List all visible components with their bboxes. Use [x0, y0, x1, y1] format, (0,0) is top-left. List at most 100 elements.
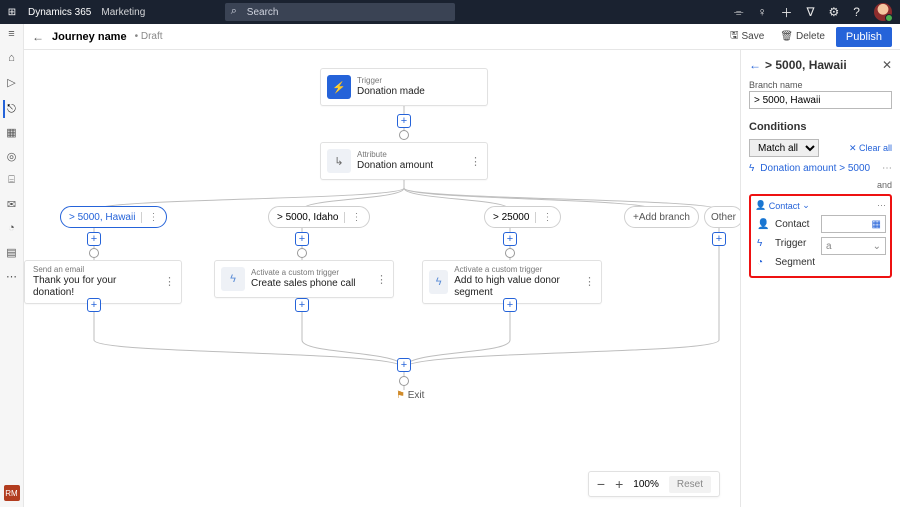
- popover-more-icon[interactable]: ⋯: [877, 200, 886, 211]
- bolt-icon: ⚡: [327, 75, 351, 99]
- popover-header: 👤 Contact ⌄ ⋯: [755, 200, 886, 211]
- nav-target-icon[interactable]: ◎: [4, 150, 20, 166]
- nav-mail-icon[interactable]: ✉: [4, 198, 20, 214]
- search-input[interactable]: [225, 3, 455, 21]
- action-node-trigger-1[interactable]: ϟ Activate a custom trigger Create sales…: [214, 260, 394, 298]
- node-more-icon[interactable]: ⋮: [158, 275, 181, 288]
- node-text: Send an email Thank you for your donatio…: [25, 261, 158, 303]
- node-text: Trigger Donation made: [357, 72, 431, 102]
- back-button[interactable]: ←: [32, 30, 44, 44]
- add-icon[interactable]: ＋: [780, 4, 792, 21]
- save-label: Save: [742, 31, 765, 42]
- conditions-controls: Match all ✕ Clear all: [749, 139, 892, 157]
- add-step-button[interactable]: +: [87, 298, 101, 312]
- connector-dot: [399, 130, 409, 140]
- lookup-input[interactable]: ▦: [821, 215, 886, 233]
- panel-back-button[interactable]: ←: [749, 58, 761, 72]
- node-more-icon[interactable]: ⋮: [464, 155, 487, 168]
- popover-title[interactable]: Contact: [769, 201, 800, 211]
- settings-icon[interactable]: ⚙: [829, 5, 840, 19]
- app-top-bar: ⊞ Dynamics 365 Marketing ⌕ ⌯ ♀ ＋ ∇ ⚙ ?: [0, 0, 900, 24]
- page-header: ← Journey name • Draft 🖫 Save 🗑 Delete P…: [0, 24, 900, 50]
- trigger-node[interactable]: ⚡ Trigger Donation made: [320, 68, 488, 106]
- zoom-reset-button[interactable]: Reset: [669, 476, 711, 493]
- journey-canvas[interactable]: ⚡ Trigger Donation made + ↳ Attribute Do…: [24, 50, 740, 507]
- add-step-button[interactable]: +: [503, 298, 517, 312]
- operator-select[interactable]: a⌄: [821, 237, 886, 255]
- node-text: Activate a custom trigger Create sales p…: [251, 264, 362, 294]
- clear-all-button[interactable]: ✕ Clear all: [849, 143, 892, 154]
- filter-icon[interactable]: ∇: [806, 5, 814, 19]
- add-step-button[interactable]: +: [397, 358, 411, 372]
- zoom-out-button[interactable]: −: [597, 476, 605, 492]
- trigger-icon: ϟ: [429, 270, 448, 294]
- nav-home-icon[interactable]: ⌂: [4, 52, 20, 68]
- node-more-icon[interactable]: ⋮: [578, 275, 601, 288]
- bolt-icon: ϟ: [757, 238, 769, 249]
- delete-button[interactable]: 🗑 Delete: [775, 28, 830, 45]
- table-icon: ▦: [872, 219, 881, 230]
- avatar[interactable]: [874, 3, 892, 21]
- add-step-button[interactable]: +: [87, 232, 101, 246]
- lightbulb-icon[interactable]: ♀: [757, 5, 766, 19]
- match-select[interactable]: Match all: [749, 139, 819, 157]
- attribute-node[interactable]: ↳ Attribute Donation amount ⋮: [320, 142, 488, 180]
- conditions-heading: Conditions: [749, 121, 892, 133]
- branch-label: > 25000: [493, 212, 529, 223]
- assistant-icon[interactable]: ⌯: [734, 5, 744, 20]
- branch-name-input[interactable]: [749, 91, 892, 109]
- action-node-email[interactable]: Send an email Thank you for your donatio…: [24, 260, 182, 304]
- connector-dot: [297, 248, 307, 258]
- branch-pill-1[interactable]: > 5000, Hawaii ⋮: [60, 206, 167, 228]
- brand: Dynamics 365: [24, 7, 91, 18]
- add-step-button[interactable]: +: [397, 114, 411, 128]
- pill-more-icon[interactable]: ⋮: [344, 212, 361, 223]
- pill-more-icon[interactable]: ⋮: [535, 212, 552, 223]
- node-more-icon[interactable]: ⋮: [370, 273, 393, 286]
- person-icon: 👤: [757, 219, 769, 230]
- condition-more-icon[interactable]: ⋯: [882, 163, 892, 174]
- app-launcher-icon[interactable]: ⊞: [0, 7, 24, 18]
- save-button[interactable]: 🖫 Save: [725, 25, 769, 48]
- contact-icon: 👤: [755, 200, 766, 211]
- chevron-down-icon[interactable]: ⌄: [800, 200, 810, 211]
- nav-chart-icon[interactable]: ▦: [4, 126, 20, 142]
- option-trigger[interactable]: ϟTrigger: [755, 234, 817, 253]
- branch-label: > 5000, Hawaii: [69, 212, 135, 223]
- user-badge[interactable]: RM: [4, 485, 20, 501]
- publish-button[interactable]: Publish: [836, 27, 892, 47]
- add-branch-button[interactable]: + Add branch: [624, 206, 699, 228]
- zoom-toolbar: − + 100% Reset: [588, 471, 720, 497]
- option-segment[interactable]: ◔Segment: [755, 253, 817, 272]
- help-icon[interactable]: ?: [853, 5, 860, 19]
- add-step-button[interactable]: +: [712, 232, 726, 246]
- node-text: Activate a custom trigger Add to high va…: [454, 261, 578, 303]
- zoom-level: 100%: [633, 479, 659, 490]
- nav-asset-icon[interactable]: ▤: [4, 246, 20, 262]
- nav-layers-icon[interactable]: ⌸: [4, 174, 20, 190]
- nav-more-icon[interactable]: ⋯: [4, 270, 20, 286]
- nav-clock-icon[interactable]: ◔: [4, 222, 20, 238]
- connector-dot: [505, 248, 515, 258]
- option-label: Contact: [775, 219, 809, 230]
- add-step-button[interactable]: +: [295, 298, 309, 312]
- delete-label: Delete: [796, 31, 825, 42]
- nav-play-icon[interactable]: ▷: [4, 76, 20, 92]
- panel-close-button[interactable]: ✕: [882, 58, 892, 72]
- properties-panel: ← > 5000, Hawaii ✕ Branch name Condition…: [740, 50, 900, 507]
- option-label: Segment: [775, 257, 815, 268]
- pill-more-icon[interactable]: ⋮: [141, 212, 158, 223]
- add-step-button[interactable]: +: [503, 232, 517, 246]
- nav-journey-icon[interactable]: ⎋: [3, 100, 19, 118]
- add-step-button[interactable]: +: [295, 232, 309, 246]
- option-contact[interactable]: 👤 Contact: [755, 215, 817, 234]
- condition-value[interactable]: Donation amount > 5000: [760, 163, 870, 174]
- node-title: Add to high value donor segment: [454, 275, 572, 299]
- branch-other[interactable]: Other: [704, 206, 743, 228]
- branch-name-label: Branch name: [749, 80, 803, 90]
- branch-pill-2[interactable]: > 5000, Idaho⋮: [268, 206, 370, 228]
- nav-menu-icon[interactable]: ≡: [4, 28, 20, 44]
- zoom-in-button[interactable]: +: [615, 476, 623, 492]
- operator-placeholder: a: [826, 241, 832, 252]
- branch-pill-3[interactable]: > 25000 ⋮: [484, 206, 561, 228]
